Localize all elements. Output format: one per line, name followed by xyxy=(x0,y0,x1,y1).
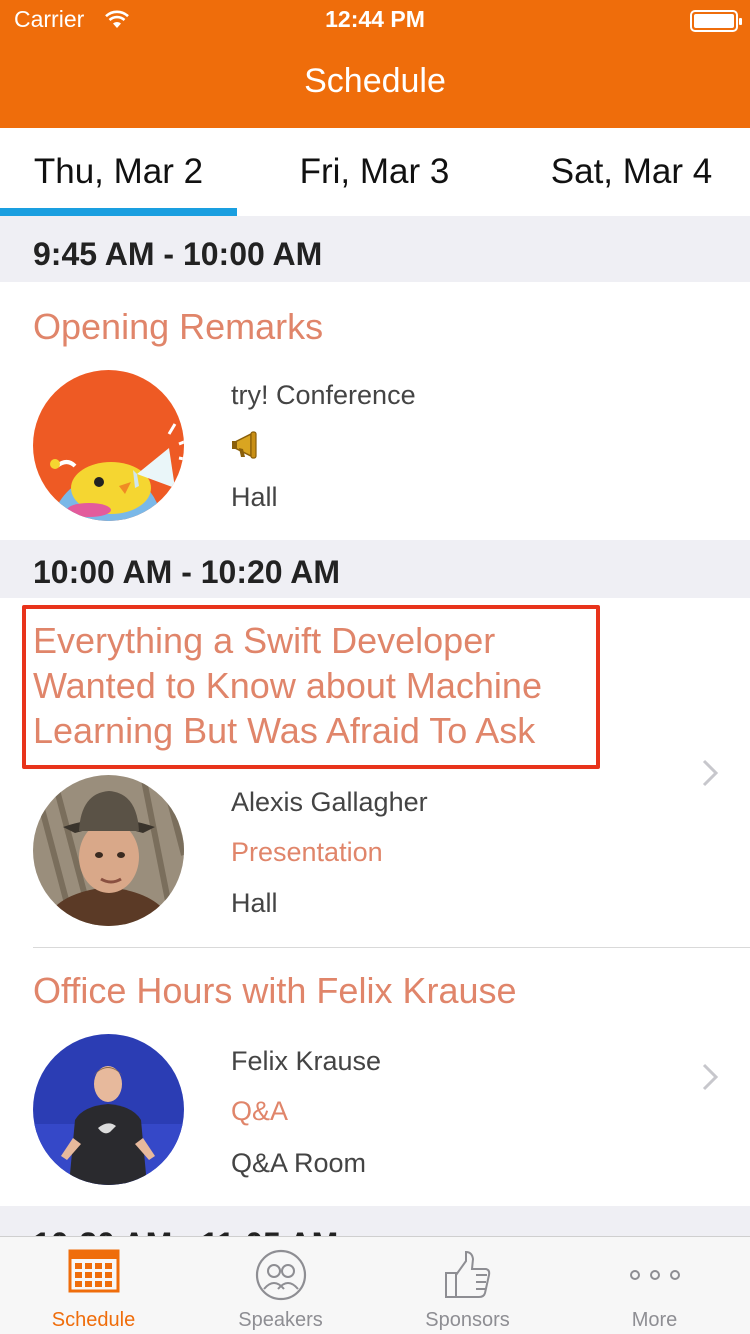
speaker-photo-icon xyxy=(33,1034,184,1185)
navigation-bar: Carrier 12:44 PM Schedule xyxy=(0,0,750,128)
chevron-right-icon xyxy=(702,1063,719,1091)
speaker-name: Felix Krause xyxy=(231,1046,382,1076)
tab-sponsors[interactable]: Sponsors xyxy=(374,1237,561,1334)
tab-sat-mar-4[interactable]: Sat, Mar 4 xyxy=(513,128,750,216)
chevron-right-icon xyxy=(702,759,719,787)
session-type: Presentation xyxy=(231,837,383,867)
session-type: Q&A xyxy=(231,1096,289,1126)
session-location: Hall xyxy=(231,888,278,918)
bird-logo-icon xyxy=(33,370,184,521)
selected-tab-indicator xyxy=(0,208,237,216)
tab-speakers[interactable]: Speakers xyxy=(187,1237,374,1334)
highlight-box xyxy=(22,605,600,769)
status-time: 12:44 PM xyxy=(325,6,425,32)
page-title: Schedule xyxy=(304,62,446,100)
battery-icon xyxy=(690,10,742,32)
day-tabs: Thu, Mar 2 Fri, Mar 3 Sat, Mar 4 xyxy=(0,128,750,216)
status-bar: Carrier 12:44 PM xyxy=(0,0,750,40)
speaker-name: try! Conference xyxy=(231,380,416,410)
tab-label: Schedule xyxy=(51,1309,136,1331)
speaker-avatar xyxy=(33,1034,184,1185)
conference-logo-avatar xyxy=(33,370,184,521)
tab-more[interactable]: More xyxy=(561,1237,748,1334)
session-location: Hall xyxy=(231,482,278,512)
megaphone-icon xyxy=(231,430,267,467)
tab-label: More xyxy=(631,1309,678,1331)
calendar-icon xyxy=(68,1249,119,1293)
speakers-icon xyxy=(255,1249,306,1301)
session-location: Q&A Room xyxy=(231,1148,367,1178)
tab-thu-mar-2[interactable]: Thu, Mar 2 xyxy=(0,128,237,216)
tab-schedule[interactable]: Schedule xyxy=(0,1237,187,1334)
session-title: Office Hours with Felix Krause xyxy=(33,970,517,1011)
speaker-avatar xyxy=(33,775,184,926)
tab-label: Speakers xyxy=(238,1309,323,1331)
time-section-header: 10:00 AM - 10:20 AM xyxy=(0,540,750,598)
session-row-office-hours[interactable]: Office Hours with Felix Krause Felix Kra… xyxy=(0,948,750,1206)
session-title: Opening Remarks xyxy=(33,306,324,347)
more-icon xyxy=(629,1270,680,1280)
speaker-name: Alexis Gallagher xyxy=(231,787,428,817)
thumbs-up-icon xyxy=(444,1250,490,1298)
speaker-photo-icon xyxy=(33,775,184,926)
bottom-tab-bar: Schedule Speakers Sponsors More xyxy=(0,1236,750,1334)
tab-fri-mar-3[interactable]: Fri, Mar 3 xyxy=(256,128,493,216)
tab-label: Sponsors xyxy=(425,1309,510,1331)
time-section-header: 9:45 AM - 10:00 AM xyxy=(0,216,750,282)
session-row-opening-remarks[interactable]: Opening Remarks try! Conference Hall xyxy=(0,282,750,540)
